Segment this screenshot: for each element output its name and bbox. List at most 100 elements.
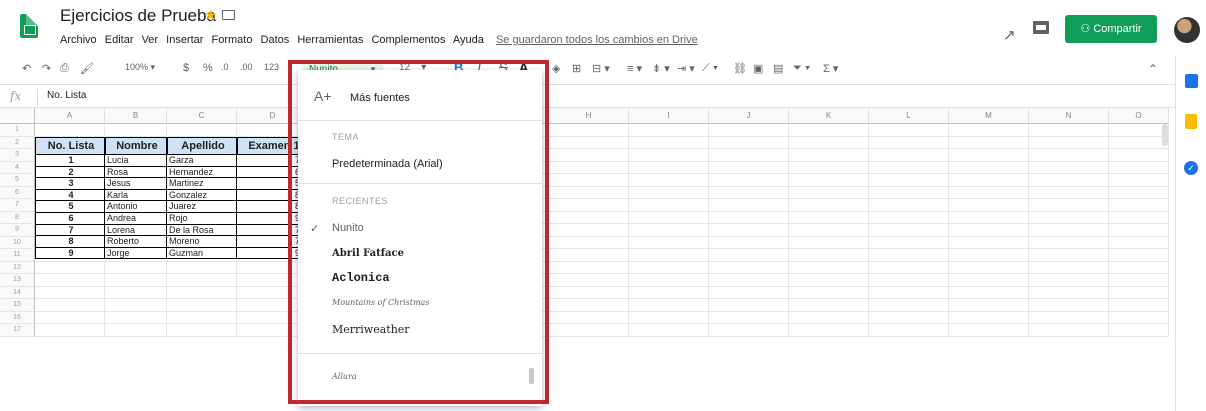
table-cell-num[interactable]: 8 (35, 236, 105, 248)
col-header-n[interactable]: N (1029, 108, 1109, 124)
grid-cell[interactable] (35, 311, 105, 324)
col-header-i[interactable]: I (629, 108, 709, 124)
row-header-12[interactable]: 12 (0, 261, 35, 274)
grid-cell[interactable] (1029, 299, 1109, 312)
grid-cell[interactable] (949, 211, 1029, 224)
grid-cell[interactable] (789, 211, 869, 224)
menu-insertar[interactable]: Insertar (166, 34, 203, 46)
grid-cell[interactable] (1029, 236, 1109, 249)
grid-cell[interactable] (949, 161, 1029, 174)
grid-cell[interactable] (949, 186, 1029, 199)
menu-ayuda[interactable]: Ayuda (453, 34, 484, 46)
grid-cell[interactable] (869, 286, 949, 299)
grid-cell[interactable] (629, 261, 709, 274)
borders-icon[interactable]: ⊞ (572, 62, 581, 75)
grid-cell[interactable] (1109, 249, 1169, 262)
grid-cell[interactable] (167, 274, 237, 287)
grid-cell[interactable] (549, 224, 629, 237)
font-item-aclonica[interactable]: Aclonica (332, 271, 390, 285)
grid-cell[interactable] (629, 199, 709, 212)
comments-icon[interactable] (1033, 21, 1049, 34)
table-cell-num[interactable]: 7 (35, 224, 105, 237)
grid-cell[interactable] (1029, 199, 1109, 212)
more-formats-button[interactable]: 123 (264, 62, 279, 72)
row-header-6[interactable]: 6 (0, 186, 35, 199)
col-header-k[interactable]: K (789, 108, 869, 124)
grid-cell[interactable] (629, 149, 709, 162)
grid-cell[interactable] (949, 286, 1029, 299)
table-cell-name[interactable]: Jorge (105, 247, 167, 260)
row-header-9[interactable]: 9 (0, 224, 35, 237)
currency-button[interactable]: $ (183, 62, 189, 74)
grid-cell[interactable] (709, 249, 789, 262)
grid-cell[interactable] (549, 299, 629, 312)
grid-cell[interactable] (549, 236, 629, 249)
grid-cell[interactable] (1029, 249, 1109, 262)
grid-cell[interactable] (869, 224, 949, 237)
font-item-abril-fatface[interactable]: Abril Fatface (332, 248, 404, 259)
font-item-mountains-of-christmas[interactable]: Mountains of Christmas (332, 298, 429, 307)
grid-cell[interactable] (789, 324, 869, 337)
grid-cell[interactable] (1029, 274, 1109, 287)
grid-cell[interactable] (1109, 236, 1169, 249)
grid-cell[interactable] (709, 136, 789, 149)
text-wrap-icon[interactable]: ⇥ ▾ (677, 62, 695, 75)
grid-cell[interactable] (709, 261, 789, 274)
row-header-16[interactable]: 16 (0, 311, 35, 324)
grid-cell[interactable] (949, 124, 1029, 137)
grid-cell[interactable] (869, 274, 949, 287)
table-cell-last[interactable]: Garza (167, 155, 237, 167)
paint-format-icon[interactable]: 🖌︎ (80, 62, 94, 75)
document-title[interactable]: Ejercicios de Prueba (60, 6, 216, 26)
grid-cell[interactable] (549, 161, 629, 174)
grid-cell[interactable] (549, 174, 629, 187)
grid-cell[interactable] (629, 224, 709, 237)
select-all-corner[interactable] (0, 108, 35, 124)
print-icon[interactable]: ⎙ (60, 62, 69, 75)
grid-cell[interactable] (949, 236, 1029, 249)
menu-scrollbar[interactable] (529, 368, 534, 384)
menu-herramientas[interactable]: Herramientas (297, 34, 363, 46)
row-header-17[interactable]: 17 (0, 324, 35, 337)
grid-cell[interactable] (709, 311, 789, 324)
grid-cell[interactable] (105, 324, 167, 337)
grid-cell[interactable] (549, 311, 629, 324)
row-header-8[interactable]: 8 (0, 211, 35, 224)
spreadsheet-grid[interactable]: ABCDEFGHIJKLMNO1234567891011121314151617… (0, 108, 1175, 411)
grid-cell[interactable] (105, 286, 167, 299)
grid-cell[interactable] (1029, 224, 1109, 237)
grid-cell[interactable] (869, 136, 949, 149)
grid-cell[interactable] (1109, 174, 1169, 187)
grid-cell[interactable] (1109, 136, 1169, 149)
grid-cell[interactable] (1109, 286, 1169, 299)
share-button[interactable]: ⚇ Compartir (1065, 15, 1157, 43)
grid-cell[interactable] (35, 274, 105, 287)
redo-icon[interactable]: ↷ (42, 62, 51, 75)
grid-cell[interactable] (549, 211, 629, 224)
percent-button[interactable]: % (203, 62, 213, 74)
table-cell-name[interactable]: Lorena (105, 224, 167, 237)
grid-cell[interactable] (629, 136, 709, 149)
grid-cell[interactable] (549, 124, 629, 137)
fill-color-icon[interactable]: ◈ (552, 62, 560, 75)
menu-complementos[interactable]: Complementos (371, 34, 445, 46)
table-cell-num[interactable]: 4 (35, 189, 105, 202)
grid-cell[interactable] (1029, 124, 1109, 137)
grid-cell[interactable] (789, 311, 869, 324)
table-cell-last[interactable]: Guzman (167, 247, 237, 260)
grid-cell[interactable] (949, 274, 1029, 287)
grid-cell[interactable] (789, 149, 869, 162)
menu-ver[interactable]: Ver (142, 34, 159, 46)
grid-cell[interactable] (869, 124, 949, 137)
grid-cell[interactable] (1109, 224, 1169, 237)
row-header-13[interactable]: 13 (0, 274, 35, 287)
grid-cell[interactable] (869, 186, 949, 199)
grid-cell[interactable] (35, 324, 105, 337)
table-cell-num[interactable]: 6 (35, 213, 105, 225)
grid-cell[interactable] (789, 224, 869, 237)
grid-cell[interactable] (709, 124, 789, 137)
grid-cell[interactable] (949, 136, 1029, 149)
menu-formato[interactable]: Formato (212, 34, 253, 46)
grid-cell[interactable] (789, 236, 869, 249)
table-cell-last[interactable]: Gonzalez (167, 189, 237, 202)
